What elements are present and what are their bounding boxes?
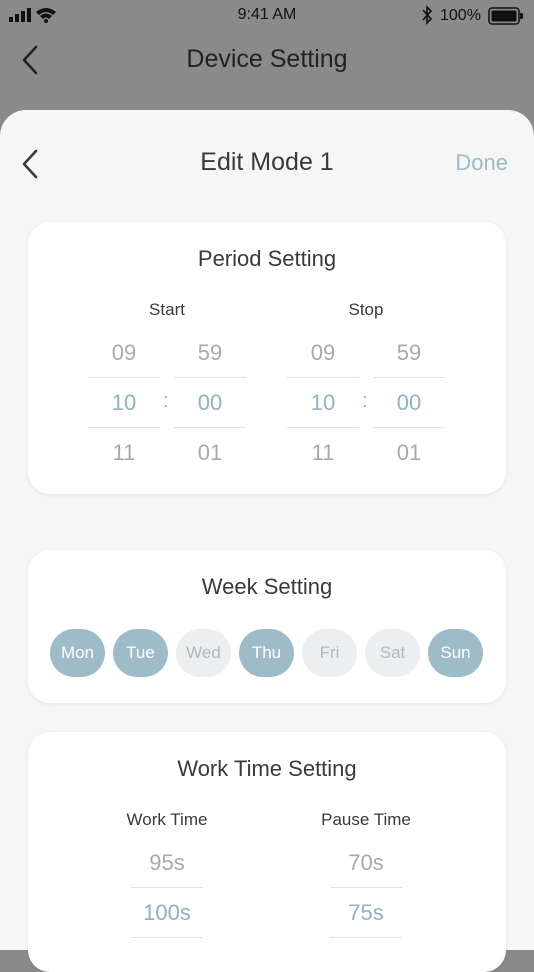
day-toggle-sun[interactable]: Sun: [428, 629, 483, 677]
stop-minute-picker[interactable]: 59 00 01: [373, 328, 445, 477]
picker-selected-option[interactable]: 00: [373, 378, 445, 427]
picker-option[interactable]: 59: [373, 328, 445, 377]
battery-icon: [488, 7, 523, 25]
picker-option[interactable]: 70s: [330, 838, 402, 887]
battery-percentage: 100%: [440, 7, 481, 24]
work-time-setting-card: Work Time Setting Work Time Pause Time 9…: [28, 732, 506, 972]
picker-option[interactable]: 01: [174, 428, 246, 477]
picker-selected-option[interactable]: 100s: [131, 888, 203, 937]
stop-label: Stop: [348, 300, 384, 319]
picker-option[interactable]: 11: [287, 428, 359, 477]
picker-option[interactable]: 95s: [131, 838, 203, 887]
sheet-title: Edit Mode 1: [200, 148, 334, 176]
stop-hour-picker[interactable]: 09 10 11: [287, 328, 359, 477]
work-time-picker[interactable]: 95s 100s: [131, 838, 203, 938]
start-label: Start: [149, 300, 185, 319]
work-time-label: Work Time: [126, 810, 208, 829]
day-toggle-thu[interactable]: Thu: [239, 629, 294, 677]
picker-option[interactable]: 01: [373, 428, 445, 477]
period-setting-card: Period Setting Start Stop 09 10 11 : 59 …: [28, 222, 506, 494]
day-toggle-fri[interactable]: Fri: [302, 629, 357, 677]
start-minute-picker[interactable]: 59 00 01: [174, 328, 246, 477]
picker-option[interactable]: 59: [174, 328, 246, 377]
period-setting-title: Period Setting: [197, 246, 337, 271]
picker-selected-option[interactable]: 75s: [330, 888, 402, 937]
nav-title: Device Setting: [186, 45, 348, 73]
week-setting-title: Week Setting: [201, 574, 333, 599]
edit-mode-sheet: Edit Mode 1 Done Period Setting Start St…: [0, 110, 534, 972]
picker-option[interactable]: 09: [88, 328, 160, 377]
time-separator: :: [163, 390, 169, 412]
picker-option[interactable]: 09: [287, 328, 359, 377]
day-toggle-sat[interactable]: Sat: [365, 629, 420, 677]
picker-option[interactable]: 11: [88, 428, 160, 477]
picker-selected-option[interactable]: 00: [174, 378, 246, 427]
done-button[interactable]: Done: [455, 150, 508, 176]
work-time-setting-title: Work Time Setting: [177, 756, 357, 781]
day-toggle-tue[interactable]: Tue: [113, 629, 168, 677]
status-bar: 9:41 AM 100%: [0, 0, 534, 32]
pause-time-picker[interactable]: 70s 75s: [330, 838, 402, 938]
background-nav-bar: Device Setting: [0, 32, 534, 92]
picker-selected-option[interactable]: 10: [287, 378, 359, 427]
day-toggle-wed[interactable]: Wed: [176, 629, 231, 677]
picker-divider: [131, 937, 203, 938]
pause-time-label: Pause Time: [321, 810, 411, 829]
day-toggle-mon[interactable]: Mon: [50, 629, 105, 677]
picker-selected-option[interactable]: 10: [88, 378, 160, 427]
bluetooth-icon: [422, 5, 433, 25]
day-selector: Mon Tue Wed Thu Fri Sat Sun: [50, 629, 483, 677]
time-separator: :: [362, 390, 368, 412]
week-setting-card: Week Setting Mon Tue Wed Thu Fri Sat Sun: [28, 550, 506, 703]
start-hour-picker[interactable]: 09 10 11: [88, 328, 160, 477]
picker-divider: [330, 937, 402, 938]
sheet-header: Edit Mode 1 Done: [0, 110, 534, 210]
